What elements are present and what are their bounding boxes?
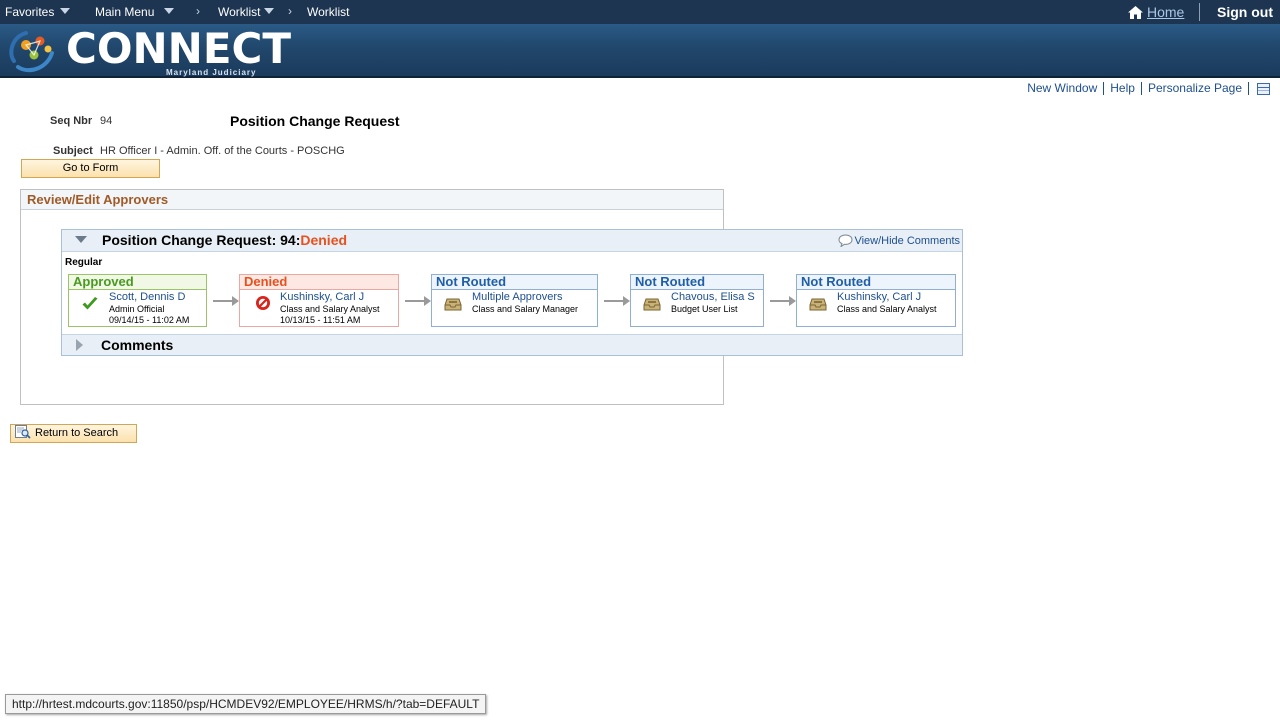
approver-role: Class and Salary Analyst [837,304,937,314]
flow-arrow-icon [604,296,630,306]
inbox-tray-icon [444,298,462,311]
chevron-down-icon [264,7,275,14]
page-links: New Window Help Personalize Page [1027,81,1270,96]
seq-nbr-value: 94 [100,115,113,127]
breadcrumb-label: Worklist [307,5,350,19]
comments-section-header[interactable]: Comments [62,334,962,355]
personalize-page-link[interactable]: Personalize Page [1148,81,1242,95]
expand-triangle-icon[interactable] [76,339,83,351]
breadcrumb-separator-icon: › [196,4,200,18]
approval-path-label: Regular [65,257,103,268]
flow-arrow-icon [213,296,239,306]
link-divider [1103,82,1105,96]
sign-out-link[interactable]: Sign out [1217,4,1273,20]
approval-title-text: Position Change Request: 94: [102,232,301,248]
checkmark-icon [82,297,98,310]
link-divider [1140,82,1142,96]
go-to-form-button[interactable]: Go to Form [21,159,160,178]
flow-arrow-icon [405,296,431,306]
inbox-tray-icon [809,298,827,311]
approval-chain-title: Position Change Request: 94:Denied [102,232,347,248]
home-label: Home [1147,4,1185,20]
approval-step-approved: Approved Scott, Dennis D Admin Official … [68,274,207,327]
approver-name-link[interactable]: Kushinsky, Carl J [837,291,921,303]
seq-nbr-label: Seq Nbr [50,115,93,127]
approver-role: Class and Salary Analyst [280,304,380,314]
approver-name-link[interactable]: Multiple Approvers [472,291,563,303]
home-icon [1128,6,1143,19]
step-status: Not Routed [631,275,763,290]
comment-bubble-icon [838,234,853,248]
new-window-link[interactable]: New Window [1027,81,1097,95]
nav-divider [1199,3,1200,21]
approver-name-link[interactable]: Chavous, Elisa S [671,291,755,303]
help-link[interactable]: Help [1110,81,1135,95]
approver-role: Budget User List [671,304,738,314]
approver-role: Class and Salary Manager [472,304,579,314]
browser-status-url: http://hrtest.mdcourts.gov:11850/psp/HCM… [5,694,487,714]
approval-status-text: Denied [300,232,348,248]
connect-logo-icon [9,31,54,73]
denied-icon [256,296,270,310]
grid-icon[interactable] [1257,82,1270,95]
chevron-down-icon [60,7,71,14]
approver-role: Admin Official [109,304,165,314]
favorites-label: Favorites [5,5,55,19]
approval-date: 09/14/15 - 11:02 AM [109,315,190,325]
approval-step-not-routed: Not Routed Multiple Approvers Class and … [431,274,598,327]
header-banner: CONNECT Maryland Judiciary [0,24,1280,78]
return-to-search-label: Return to Search [35,427,119,439]
step-status: Denied [240,275,398,290]
breadcrumb-separator-icon: › [288,4,292,18]
return-to-search-button[interactable]: Return to Search [10,424,137,443]
top-navigation-bar: Favorites Main Menu › Worklist › Worklis… [0,0,1280,24]
main-menu[interactable]: Main Menu [95,4,175,20]
inbox-tray-icon [643,298,661,311]
chevron-down-icon [164,7,175,14]
flow-arrow-icon [770,296,796,306]
main-menu-label: Main Menu [95,5,155,19]
connect-logo-text: CONNECT [66,24,291,73]
approval-step-not-routed: Not Routed Kushinsky, Carl J Class and S… [796,274,956,327]
approver-name-link[interactable]: Scott, Dennis D [109,291,185,303]
page-title: Position Change Request [230,113,400,129]
search-page-icon [15,425,31,439]
home-link[interactable]: Home [1128,4,1184,20]
step-status: Not Routed [432,275,597,290]
step-status: Not Routed [797,275,955,290]
approval-chain-box: Position Change Request: 94:Denied View/… [61,229,963,356]
approval-date: 10/13/15 - 11:51 AM [280,315,361,325]
logo-subtitle: Maryland Judiciary [166,68,257,77]
breadcrumb-label: Worklist [218,5,261,19]
step-status: Approved [69,275,206,290]
review-edit-approvers-heading: Review/Edit Approvers [21,190,723,210]
comments-title: Comments [101,337,174,353]
view-hide-comments-link[interactable]: View/Hide Comments [838,234,960,248]
subject-value: HR Officer I - Admin. Off. of the Courts… [100,145,345,157]
favorites-menu[interactable]: Favorites [5,4,71,20]
approval-chain-header: Position Change Request: 94:Denied View/… [62,230,962,252]
approval-step-not-routed: Not Routed Chavous, Elisa S Budget User … [630,274,764,327]
view-hide-comments-label: View/Hide Comments [854,235,960,247]
subject-label: Subject [53,145,93,157]
breadcrumb-worklist[interactable]: Worklist [307,4,349,20]
approver-name-link[interactable]: Kushinsky, Carl J [280,291,364,303]
breadcrumb-worklist-menu[interactable]: Worklist [218,4,275,20]
collapse-triangle-icon[interactable] [75,236,87,243]
link-divider [1248,82,1249,96]
approval-step-denied: Denied Kushinsky, Carl J Class and Salar… [239,274,399,327]
